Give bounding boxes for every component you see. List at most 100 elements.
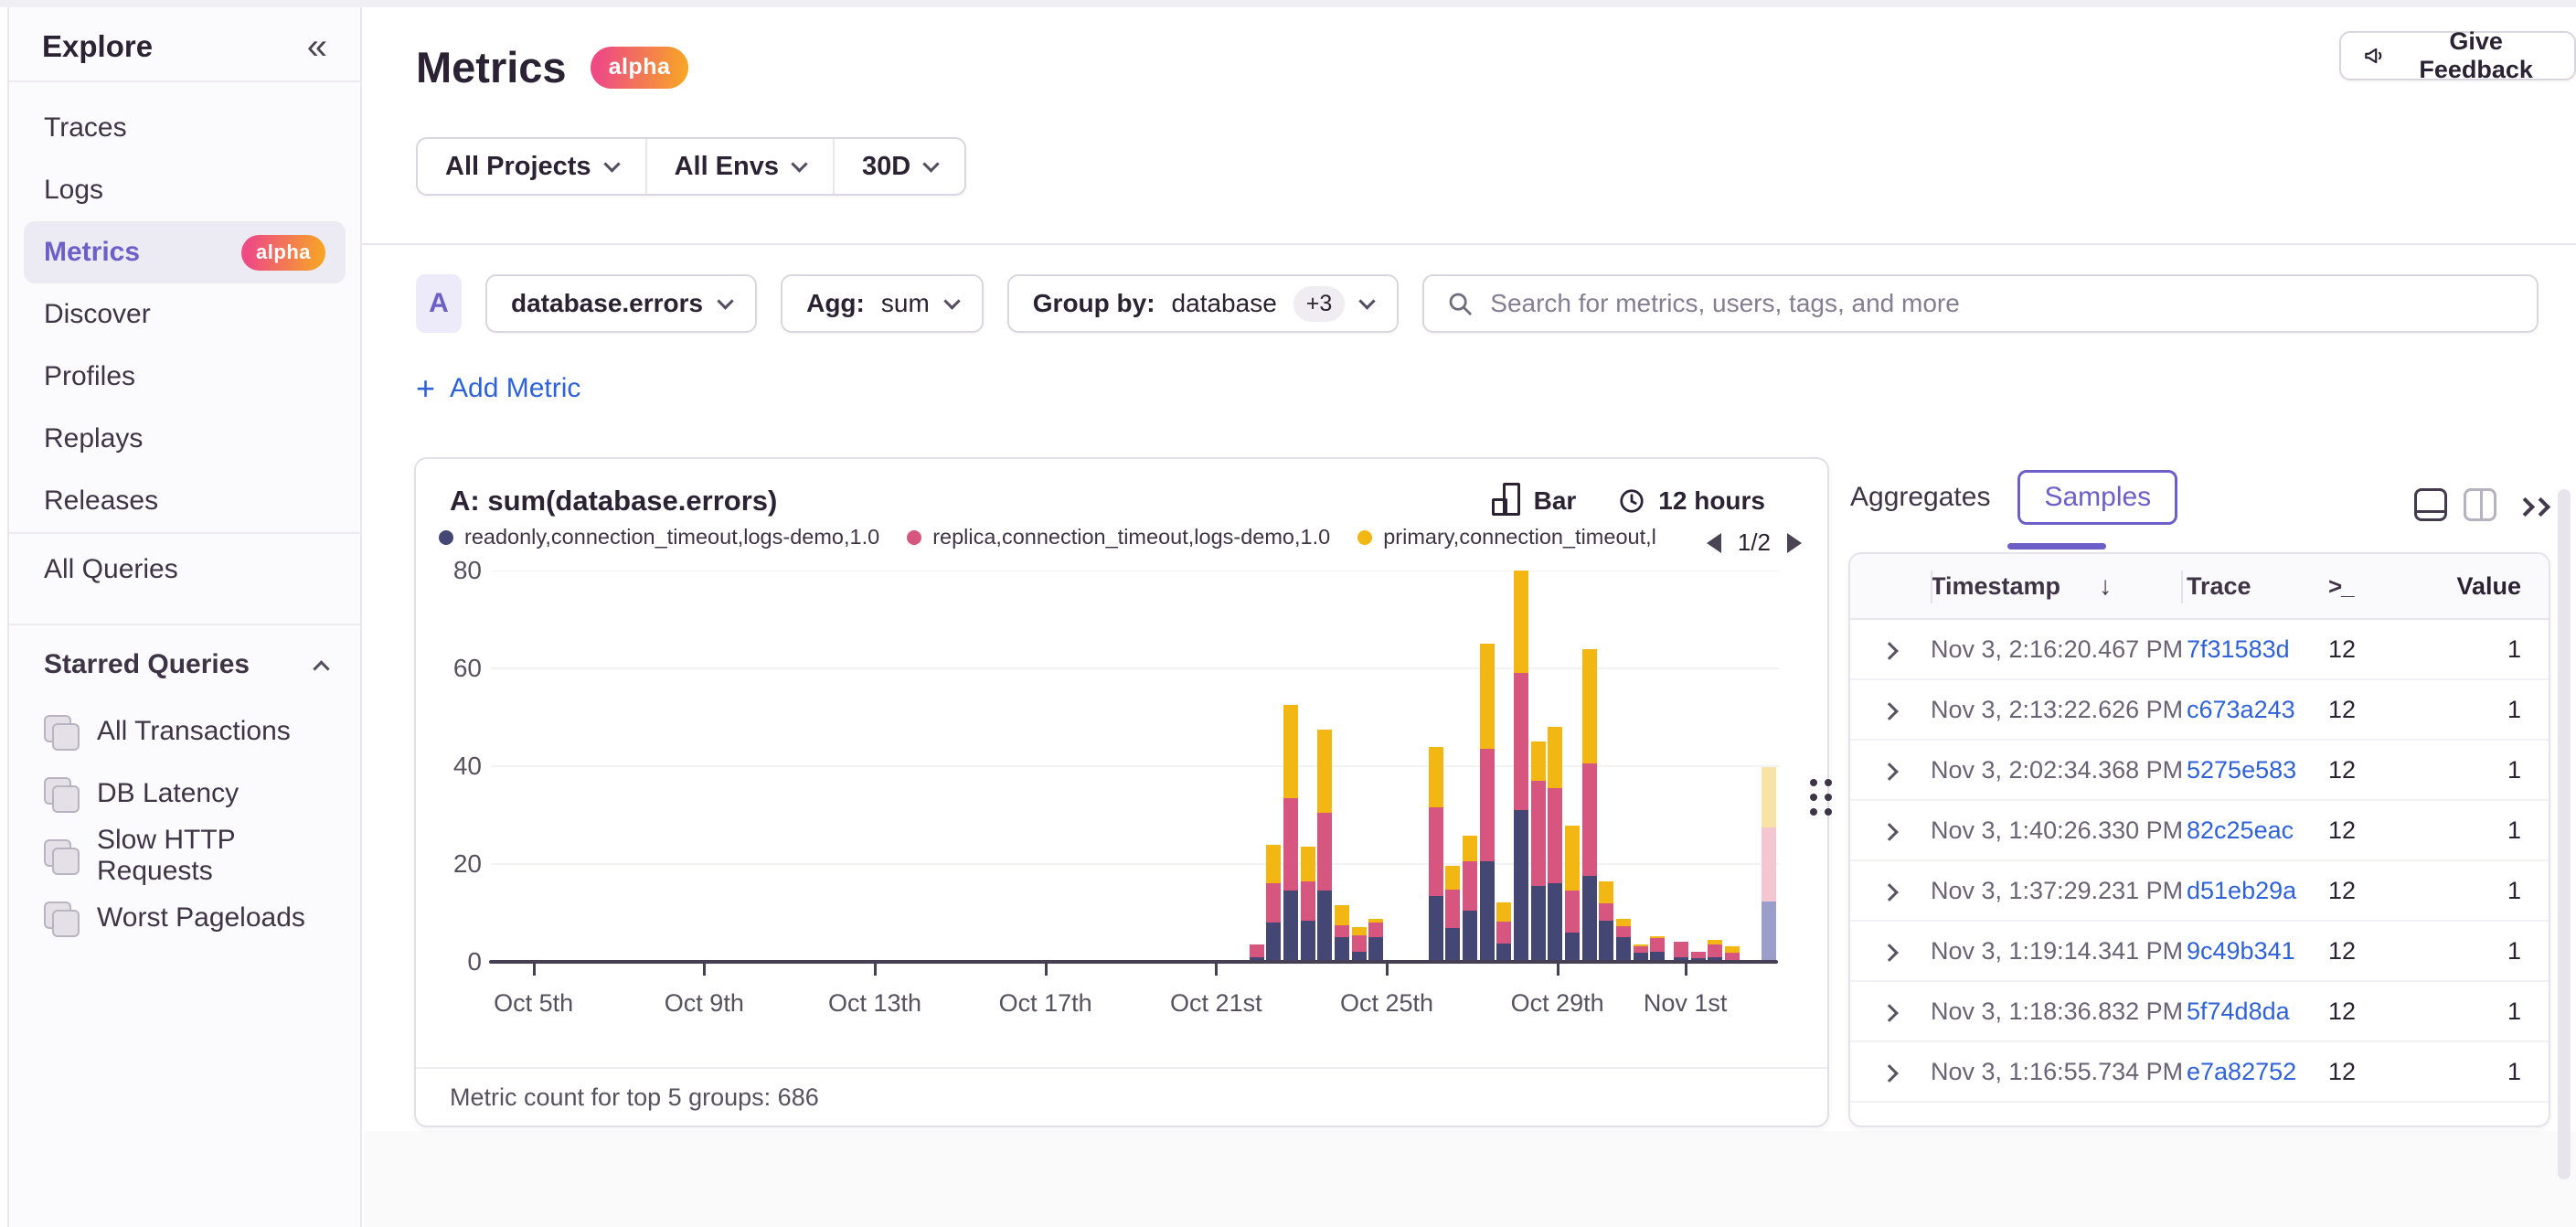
- bar-segment: [1725, 953, 1740, 960]
- add-metric-button[interactable]: + Add Metric: [416, 373, 580, 404]
- sidebar-item-metrics[interactable]: Metricsalpha: [24, 221, 346, 283]
- expand-row-chevron-icon[interactable]: [1883, 756, 1931, 784]
- column-header-trace[interactable]: Trace: [2187, 572, 2328, 601]
- stacked-bar[interactable]: [1582, 649, 1597, 962]
- x-axis-label: Oct 13th: [828, 989, 921, 1018]
- stacked-bar[interactable]: [1463, 836, 1477, 962]
- stacked-bar[interactable]: [1616, 919, 1631, 962]
- table-row[interactable]: Nov 3, 1:18:36.832 PM5f74d8da121: [1850, 982, 2549, 1042]
- trace-link[interactable]: c673a243: [2187, 696, 2295, 723]
- column-header-value[interactable]: Value: [2411, 572, 2549, 601]
- chart-type-selector[interactable]: Bar: [1492, 486, 1577, 516]
- sidebar-item-discover[interactable]: Discover: [24, 283, 346, 346]
- table-row[interactable]: Nov 3, 1:37:29.231 PMd51eb29a121: [1850, 861, 2549, 922]
- x-axis-tick: [1557, 964, 1559, 976]
- search-bar[interactable]: [1422, 274, 2539, 333]
- stacked-bar[interactable]: [1429, 747, 1443, 962]
- split-horizontal-icon[interactable]: [2414, 488, 2447, 521]
- sidebar-item-logs[interactable]: Logs: [24, 159, 346, 221]
- stacked-bar[interactable]: [1762, 767, 1776, 962]
- stacked-bar[interactable]: [1283, 705, 1298, 962]
- expand-row-chevron-icon[interactable]: [1883, 696, 1931, 724]
- stacked-bar[interactable]: [1266, 845, 1281, 962]
- row-value: 1: [2411, 937, 2549, 966]
- stacked-bar[interactable]: [1445, 866, 1460, 962]
- trace-link[interactable]: 7f31583d: [2187, 635, 2290, 663]
- sort-descending-icon[interactable]: ↓: [2099, 571, 2112, 600]
- legend-item[interactable]: primary,connection_timeout,l: [1357, 525, 1656, 549]
- aggregate-dropdown[interactable]: Agg: sum: [781, 274, 984, 333]
- starred-query-all-transactions[interactable]: All Transactions: [24, 700, 346, 763]
- alpha-badge: alpha: [241, 235, 325, 271]
- stacked-bar[interactable]: [1335, 905, 1349, 962]
- stacked-bar[interactable]: [1565, 826, 1580, 962]
- trace-link[interactable]: 9c49b341: [2187, 937, 2295, 965]
- column-header-timestamp[interactable]: Timestamp↓: [1931, 571, 2187, 601]
- expand-row-chevron-icon[interactable]: [1883, 877, 1931, 905]
- bar-segment: [1352, 927, 1367, 935]
- split-vertical-icon[interactable]: [2464, 488, 2496, 521]
- expand-row-chevron-icon[interactable]: [1883, 937, 1931, 966]
- collapse-sidebar-icon[interactable]: «: [307, 33, 327, 60]
- legend-item[interactable]: readonly,connection_timeout,logs-demo,1.…: [439, 525, 879, 549]
- stacked-bar[interactable]: [1301, 847, 1315, 962]
- next-page-icon[interactable]: [1787, 533, 1802, 553]
- stacked-bar[interactable]: [1599, 881, 1613, 962]
- panel-resize-handle[interactable]: [1810, 779, 1832, 816]
- starred-queries-header[interactable]: Starred Queries: [9, 625, 360, 689]
- double-chevron-right-icon[interactable]: [2518, 496, 2548, 514]
- stacked-bar[interactable]: [1368, 919, 1383, 962]
- expand-row-chevron-icon[interactable]: [1883, 998, 1931, 1026]
- alpha-badge: alpha: [591, 47, 689, 89]
- scrollbar-track[interactable]: [2558, 489, 2571, 1179]
- stacked-bar[interactable]: [1548, 727, 1562, 962]
- trace-link[interactable]: 82c25eac: [2187, 816, 2294, 844]
- stacked-bar[interactable]: [1480, 644, 1495, 962]
- trace-link[interactable]: d51eb29a: [2187, 877, 2296, 904]
- stacked-bar[interactable]: [1674, 942, 1688, 962]
- stacked-bar[interactable]: [1317, 730, 1332, 962]
- stacked-bar[interactable]: [1352, 927, 1367, 963]
- give-feedback-button[interactable]: Give Feedback: [2339, 31, 2576, 80]
- trace-link[interactable]: e7a82752: [2187, 1058, 2296, 1085]
- table-row[interactable]: Nov 3, 1:40:26.330 PM82c25eac121: [1850, 801, 2549, 861]
- table-row[interactable]: Nov 3, 1:19:14.341 PM9c49b341121: [1850, 922, 2549, 982]
- trace-link[interactable]: 5275e583: [2187, 756, 2296, 784]
- sidebar-item-label: Releases: [44, 485, 158, 517]
- stacked-bar[interactable]: [1650, 936, 1665, 962]
- starred-query-worst-pageloads[interactable]: Worst Pageloads: [24, 887, 346, 949]
- table-row[interactable]: Nov 3, 2:13:22.626 PMc673a243121: [1850, 680, 2549, 741]
- trace-link[interactable]: 5f74d8da: [2187, 998, 2290, 1025]
- table-row[interactable]: Nov 3, 1:16:55.734 PMe7a82752121: [1850, 1042, 2549, 1103]
- expand-row-chevron-icon[interactable]: [1883, 816, 1931, 845]
- interval-selector[interactable]: 12 hours: [1618, 486, 1765, 516]
- bar-segment: [1582, 649, 1597, 764]
- starred-query-db-latency[interactable]: DB Latency: [24, 763, 346, 825]
- chart-controls: Bar 12 hours: [1492, 486, 1765, 516]
- tab-samples[interactable]: Samples: [2017, 470, 2177, 525]
- table-row[interactable]: Nov 3, 2:16:20.467 PM7f31583d121: [1850, 620, 2549, 680]
- starred-query-slow-http-requests[interactable]: Slow HTTP Requests: [24, 825, 346, 887]
- previous-page-icon[interactable]: [1707, 533, 1721, 553]
- stacked-bar[interactable]: [1514, 571, 1528, 962]
- stacked-bar[interactable]: [1531, 742, 1546, 962]
- expand-row-chevron-icon[interactable]: [1883, 635, 1931, 664]
- legend-item[interactable]: replica,connection_timeout,logs-demo,1.0: [907, 525, 1330, 549]
- stacked-bar[interactable]: [1496, 902, 1511, 962]
- sidebar-item-traces[interactable]: Traces: [24, 97, 346, 159]
- sidebar-item-profiles[interactable]: Profiles: [24, 346, 346, 408]
- stacked-bar[interactable]: [1708, 940, 1722, 962]
- date-range-filter[interactable]: 30D: [833, 139, 964, 194]
- environment-filter[interactable]: All Envs: [645, 139, 833, 194]
- group-by-dropdown[interactable]: Group by: database +3: [1007, 274, 1400, 333]
- project-filter[interactable]: All Projects: [418, 139, 645, 194]
- expand-row-chevron-icon[interactable]: [1883, 1058, 1931, 1086]
- tab-aggregates[interactable]: Aggregates: [1847, 471, 1994, 524]
- table-row[interactable]: Nov 3, 2:02:34.368 PM5275e583121: [1850, 741, 2549, 801]
- sidebar-item-releases[interactable]: Releases: [24, 470, 346, 532]
- sidebar-item-replays[interactable]: Replays: [24, 408, 346, 470]
- chart-plot-area[interactable]: [491, 571, 1780, 962]
- search-input[interactable]: [1490, 289, 2515, 318]
- metric-select-dropdown[interactable]: database.errors: [485, 274, 757, 333]
- sidebar-item-all-queries[interactable]: All Queries: [9, 539, 360, 600]
